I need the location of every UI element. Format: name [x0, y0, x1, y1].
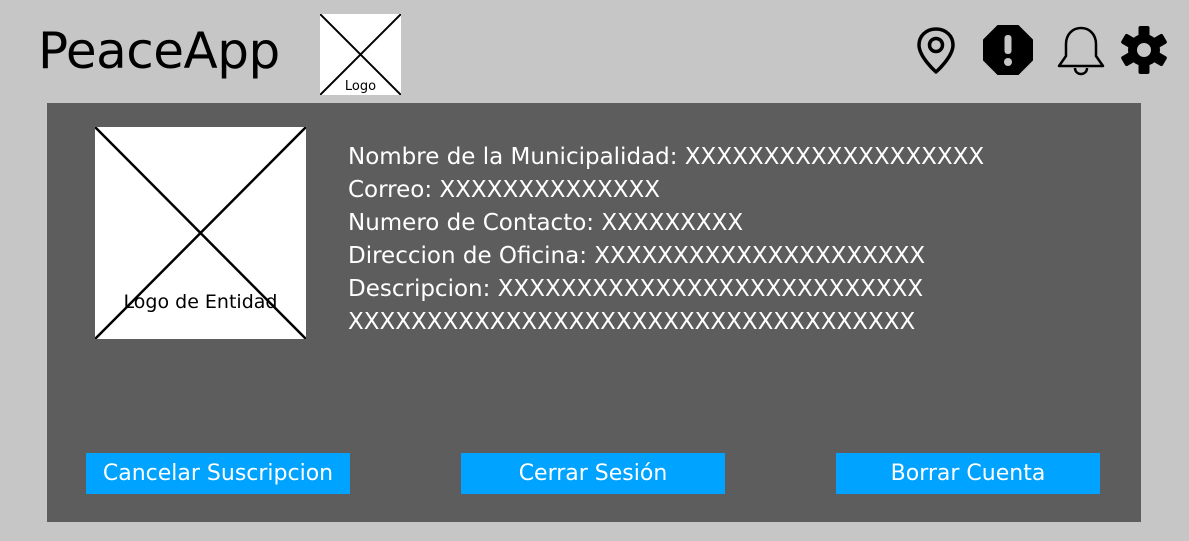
field-office-address: Direccion de Oficina: XXXXXXXXXXXXXXXXXX…: [348, 243, 926, 269]
entity-logo-placeholder: Logo de Entidad: [95, 127, 306, 339]
app-logo-placeholder: Logo: [320, 14, 401, 95]
alert-octagon-icon[interactable]: [982, 24, 1034, 76]
gear-icon[interactable]: [1118, 24, 1170, 76]
cancel-subscription-button[interactable]: Cancelar Suscripcion: [86, 453, 350, 494]
field-description: Descripcion: XXXXXXXXXXXXXXXXXXXXXXXXXXX: [348, 276, 924, 302]
entity-logo-label: Logo de Entidad: [123, 291, 278, 313]
field-description-continued: XXXXXXXXXXXXXXXXXXXXXXXXXXXXXXXXXXXX: [348, 309, 916, 335]
logo-label: Logo: [344, 79, 377, 94]
app-title: PeaceApp: [38, 22, 280, 80]
location-pin-icon[interactable]: [910, 24, 962, 76]
field-municipality-name: Nombre de la Municipalidad: XXXXXXXXXXXX…: [348, 144, 985, 170]
bell-icon[interactable]: [1055, 24, 1107, 76]
profile-info: Nombre de la Municipalidad: XXXXXXXXXXXX…: [348, 141, 1128, 339]
delete-account-button[interactable]: Borrar Cuenta: [836, 453, 1100, 494]
field-email: Correo: XXXXXXXXXXXXXX: [348, 177, 661, 203]
field-contact-number: Numero de Contacto: XXXXXXXXX: [348, 210, 744, 236]
logout-button[interactable]: Cerrar Sesión: [461, 453, 725, 494]
profile-panel: Logo de Entidad Nombre de la Municipalid…: [47, 103, 1141, 522]
